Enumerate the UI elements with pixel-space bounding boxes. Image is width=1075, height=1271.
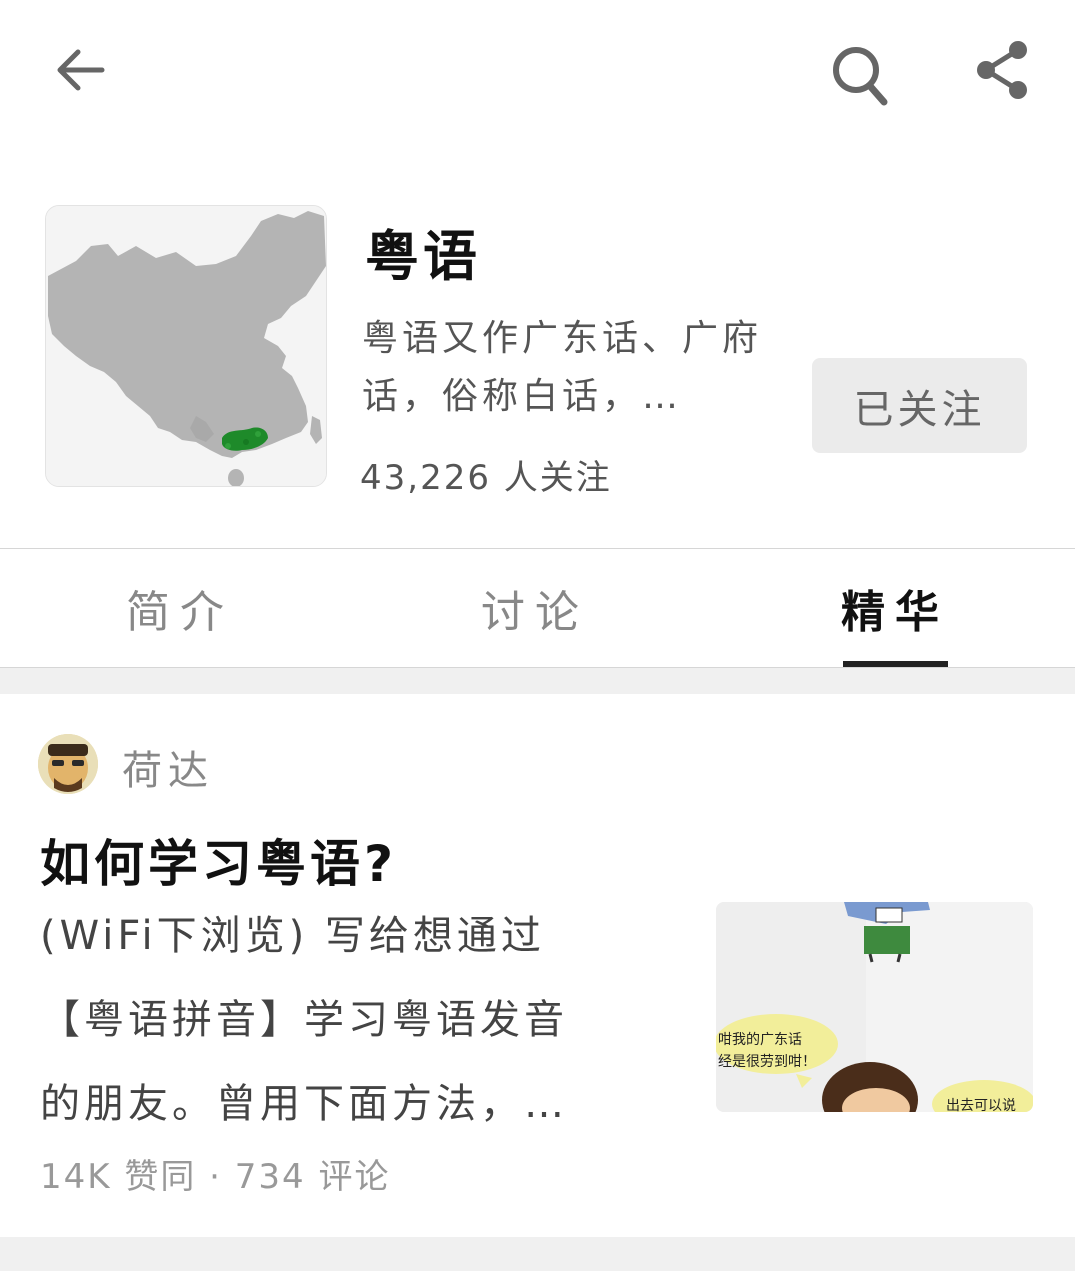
tab-featured[interactable]: 精华 xyxy=(815,549,975,667)
search-icon xyxy=(833,47,888,106)
avatar[interactable] xyxy=(38,734,98,794)
answer-stats: 14K 赞同 · 734 评论 xyxy=(40,1157,391,1197)
topic-tabs: 简介 讨论 精华 xyxy=(0,548,1075,668)
topic-followers-count: 43,226 人关注 xyxy=(360,458,612,498)
author-name[interactable]: 荷达 xyxy=(122,738,214,796)
section-divider xyxy=(0,668,1075,694)
feed-card[interactable]: 荷达 如何学习粤语? (WiFi下浏览) 写给想通过 【粤语拼音】学习粤语发音 … xyxy=(0,694,1075,1237)
china-map-image xyxy=(46,206,326,486)
comic-bubble-text: 咁我的广东话 xyxy=(718,1032,802,1048)
topic-description[interactable]: 粤语又作广东话、广府话，俗称白话，… xyxy=(362,310,762,426)
topic-header: 粤语 粤语又作广东话、广府话，俗称白话，… 43,226 人关注 已关注 xyxy=(0,150,1075,548)
comic-bubble-text: 经是很劳到咁！ xyxy=(718,1054,816,1070)
active-tab-indicator xyxy=(843,661,948,667)
topic-title: 粤语 xyxy=(365,225,481,288)
share-icon xyxy=(977,41,1027,99)
author-avatar-image xyxy=(38,734,98,794)
excerpt-line: 【粤语拼音】学习粤语发音 xyxy=(40,997,568,1043)
share-button[interactable] xyxy=(962,30,1042,110)
back-button[interactable] xyxy=(40,30,120,110)
topic-image xyxy=(45,205,327,487)
excerpt-line: (WiFi下浏览) 写给想通过 xyxy=(40,913,545,959)
top-bar xyxy=(0,0,1075,150)
section-divider xyxy=(0,1237,1075,1271)
search-button[interactable] xyxy=(820,30,900,120)
answer-excerpt[interactable]: (WiFi下浏览) 写给想通过 【粤语拼音】学习粤语发音 的朋友。曾用下面方法，… xyxy=(40,894,680,1146)
arrow-left-icon xyxy=(57,49,105,91)
tab-discussion[interactable]: 讨论 xyxy=(455,549,615,667)
follow-button[interactable]: 已关注 xyxy=(812,358,1027,453)
tab-intro[interactable]: 简介 xyxy=(100,549,260,667)
answer-thumbnail[interactable]: 咁我的广东话 经是很劳到咁！ 出去可以说 xyxy=(716,902,1033,1112)
excerpt-line: 的朋友。曾用下面方法，… xyxy=(40,1081,568,1127)
comic-bubble-text: 出去可以说 xyxy=(946,1098,1016,1112)
comic-thumbnail-image: 咁我的广东话 经是很劳到咁！ 出去可以说 xyxy=(716,902,1033,1112)
question-title[interactable]: 如何学习粤语? xyxy=(40,824,397,896)
